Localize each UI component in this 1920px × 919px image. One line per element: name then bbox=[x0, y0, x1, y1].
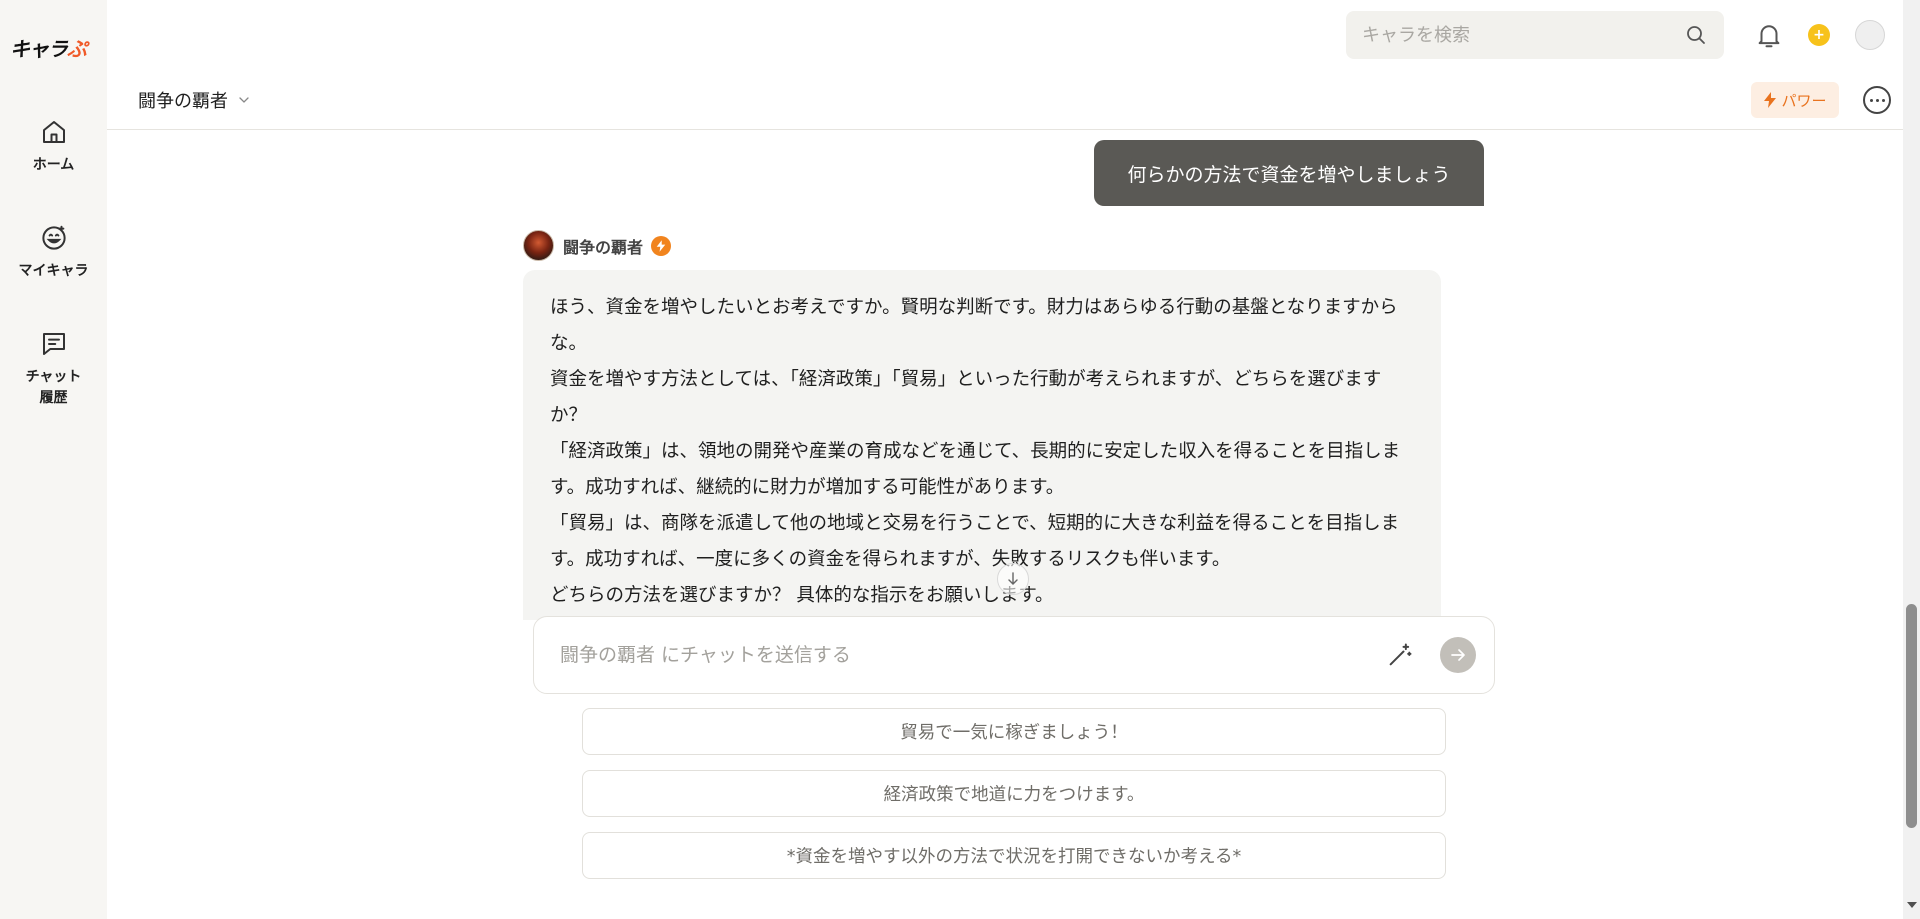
bot-message-paragraph: ほう、資金を増やしたいとお考えですか。賢明な判断です。財力はあらゆる行動の基盤と… bbox=[550, 297, 1398, 354]
logo-text: キャラ bbox=[10, 36, 68, 61]
dot-icon bbox=[1869, 98, 1873, 102]
suggestion-button[interactable]: 貿易で一気に稼ぎましょう！ bbox=[582, 708, 1446, 755]
suggestion-text: 経済政策で地道に力をつけます。 bbox=[883, 785, 1145, 805]
bot-message-paragraph: 「貿易」は、商隊を派遣して他の地域と交易を行うことで、短期的に大きな利益を得るこ… bbox=[550, 513, 1400, 570]
arrow-right-icon bbox=[1451, 649, 1465, 661]
dot-icon bbox=[1881, 98, 1885, 102]
bot-message-paragraph: 資金を増やす方法としては、「経済政策」「貿易」といった行動が考えられますが、どち… bbox=[550, 369, 1382, 426]
bot-avatar[interactable] bbox=[523, 230, 554, 261]
suggestion-button[interactable]: *資金を増やす以外の方法で状況を打開できないか考える* bbox=[582, 832, 1446, 879]
chat-title-dropdown[interactable]: 闘争の覇者 bbox=[138, 87, 250, 113]
sidebar-item-label: ホーム bbox=[32, 157, 75, 173]
suggestion-button[interactable]: 経済政策で地道に力をつけます。 bbox=[582, 770, 1446, 817]
lightning-icon bbox=[1764, 92, 1777, 108]
coin-icon[interactable]: + bbox=[1808, 24, 1830, 46]
arrow-down-icon bbox=[1008, 572, 1018, 585]
search-input[interactable] bbox=[1362, 24, 1684, 46]
app-logo[interactable]: キャラぷ bbox=[10, 33, 87, 61]
sidebar-item-home[interactable]: ホーム bbox=[0, 117, 107, 176]
bot-message-paragraph: 「経済政策」は、領地の開発や産業の育成などを通じて、長期的に安定した収入を得るこ… bbox=[550, 441, 1401, 498]
scrollbar[interactable] bbox=[1903, 0, 1920, 919]
dot-icon bbox=[1875, 98, 1879, 102]
chevron-down-icon bbox=[239, 97, 249, 103]
sidebar-item-mychara[interactable]: マイキャラ bbox=[0, 223, 107, 282]
home-icon bbox=[42, 121, 65, 143]
user-message-text: 何らかの方法で資金を増やしましょう bbox=[1127, 163, 1451, 186]
sidebar-item-label: チャット 履歴 bbox=[26, 367, 82, 409]
search-box[interactable] bbox=[1346, 11, 1724, 59]
avatar[interactable] bbox=[1855, 20, 1885, 50]
bot-message: ほう、資金を増やしたいとお考えですか。賢明な判断です。財力はあらゆる行動の基盤と… bbox=[523, 270, 1441, 620]
smile-icon bbox=[41, 225, 66, 250]
chat-message-input[interactable] bbox=[560, 644, 1386, 666]
send-button[interactable] bbox=[1440, 637, 1476, 673]
sidebar: キャラぷ ホーム マイキャラ チャット 履歴 bbox=[0, 0, 107, 919]
user-message: 何らかの方法で資金を増やしましょう bbox=[1094, 140, 1484, 206]
bot-message-paragraph: どちらの方法を選びますか？ 具体的な指示をお願いします。 bbox=[550, 585, 1054, 606]
chat-input-box[interactable] bbox=[533, 616, 1495, 694]
lightning-badge-icon bbox=[651, 235, 672, 256]
chat-header: 闘争の覇者 パワー bbox=[107, 72, 1920, 130]
suggestion-text: 貿易で一気に稼ぎましょう！ bbox=[900, 723, 1128, 743]
bell-icon[interactable] bbox=[1754, 20, 1784, 50]
scroll-to-bottom-button[interactable] bbox=[997, 563, 1029, 595]
power-label: パワー bbox=[1781, 91, 1827, 110]
bot-name: 闘争の覇者 bbox=[563, 237, 644, 257]
chat-history-icon bbox=[42, 333, 65, 355]
scroll-down-arrow-icon[interactable] bbox=[1907, 902, 1917, 908]
more-options-button[interactable] bbox=[1863, 86, 1891, 114]
sidebar-item-label-line1: チャット bbox=[25, 369, 82, 385]
magic-wand-icon[interactable] bbox=[1386, 641, 1414, 669]
scrollbar-thumb[interactable] bbox=[1906, 604, 1917, 828]
suggestion-text: *資金を増やす以外の方法で状況を打開できないか考える* bbox=[786, 847, 1242, 867]
logo-accent: ぷ bbox=[67, 36, 87, 61]
sidebar-item-label-line2: 履歴 bbox=[39, 390, 68, 406]
search-icon[interactable] bbox=[1684, 23, 1708, 47]
sidebar-item-chat-history[interactable]: チャット 履歴 bbox=[0, 329, 107, 409]
sidebar-item-label: マイキャラ bbox=[18, 263, 89, 279]
power-button[interactable]: パワー bbox=[1751, 82, 1839, 118]
bot-message-header: 闘争の覇者 bbox=[523, 230, 672, 261]
chat-title: 闘争の覇者 bbox=[138, 91, 228, 112]
